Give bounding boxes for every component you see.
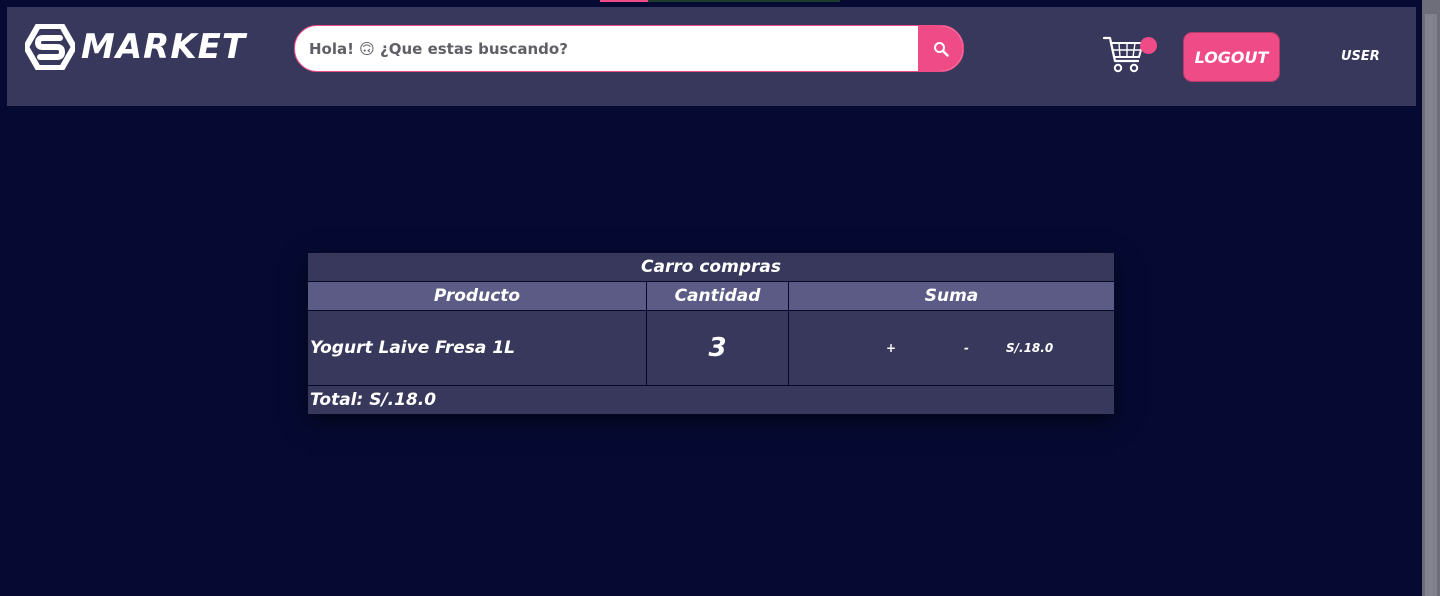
- search-bar: [294, 25, 964, 72]
- cart-table-title-row: Carro compras: [307, 252, 1115, 282]
- cart-table: Carro compras Producto Cantidad Suma Yog…: [307, 252, 1115, 415]
- search-icon: [933, 41, 949, 57]
- market-logo-icon: [25, 24, 75, 70]
- top-progress-bar: [600, 0, 648, 2]
- top-progress-track: [648, 0, 840, 2]
- cart-total: Total: S/.18.0: [307, 385, 1115, 415]
- search-button[interactable]: [918, 26, 963, 71]
- cart-table-header-row: Producto Cantidad Suma: [307, 281, 1115, 311]
- column-header-producto: Producto: [307, 281, 647, 311]
- column-header-cantidad: Cantidad: [646, 281, 789, 311]
- cart-badge: [1140, 37, 1157, 54]
- navbar: MARKET LOGOUT USER: [7, 7, 1416, 106]
- product-name: Yogurt Laive Fresa 1L: [307, 310, 647, 386]
- decrease-quantity-button[interactable]: -: [964, 341, 969, 355]
- logout-button[interactable]: LOGOUT: [1183, 32, 1280, 82]
- product-quantity: 3: [646, 310, 789, 386]
- user-link[interactable]: USER: [1341, 49, 1380, 64]
- table-row: Yogurt Laive Fresa 1L 3 + - S/.18.0: [307, 310, 1115, 386]
- brand-name: MARKET: [81, 27, 247, 67]
- cart-total-row: Total: S/.18.0: [307, 385, 1115, 415]
- column-header-suma: Suma: [788, 281, 1115, 311]
- increase-quantity-button[interactable]: +: [886, 341, 896, 355]
- cart-icon[interactable]: [1102, 35, 1146, 75]
- scrollbar-thumb[interactable]: [1425, 14, 1437, 596]
- brand-logo[interactable]: MARKET: [25, 24, 246, 70]
- cart-table-title: Carro compras: [307, 252, 1115, 282]
- search-input[interactable]: [295, 26, 905, 71]
- sum-cell: + - S/.18.0: [788, 310, 1115, 386]
- row-sum: S/.18.0: [1006, 341, 1054, 355]
